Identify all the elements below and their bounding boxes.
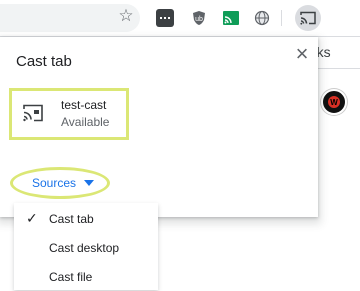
globe-extension-icon[interactable] (253, 9, 271, 27)
menu-item-label: Cast tab (49, 212, 94, 226)
site-logo-icon[interactable]: W (321, 89, 347, 115)
sources-button[interactable]: Sources (18, 172, 102, 194)
dots-extension-icon[interactable] (156, 9, 174, 27)
menu-item-cast-tab[interactable]: ✓ Cast tab (14, 205, 158, 233)
sources-label: Sources (32, 176, 77, 190)
sources-menu: ✓ Cast tab Cast desktop Cast file (14, 203, 158, 290)
svg-text:ub: ub (195, 16, 203, 23)
cast-icon[interactable] (295, 5, 321, 31)
check-icon: ✓ (26, 210, 38, 226)
cast-dialog: Cast tab × test-cast Available Sources (0, 37, 318, 217)
cast-extension-icon[interactable] (222, 9, 240, 27)
menu-item-label: Cast desktop (49, 241, 120, 255)
toolbar-divider (281, 10, 282, 26)
cast-sink-item[interactable]: test-cast Available (9, 88, 129, 140)
bookmark-star-icon[interactable]: ☆ (117, 6, 135, 25)
page-divider (318, 68, 360, 69)
menu-item-label: Cast file (49, 270, 93, 284)
caret-down-icon (84, 180, 95, 186)
browser-toolbar: ☆ ub (0, 0, 360, 36)
dialog-title: Cast tab (16, 53, 72, 70)
close-icon[interactable]: × (292, 43, 312, 65)
sink-status: Available (61, 115, 110, 129)
menu-item-cast-desktop[interactable]: Cast desktop (14, 234, 158, 262)
ublock-icon[interactable]: ub (190, 9, 208, 27)
sink-name: test-cast (61, 98, 107, 112)
svg-text:W: W (330, 98, 338, 107)
menu-item-cast-file[interactable]: Cast file (14, 263, 158, 291)
cast-device-icon (23, 104, 43, 122)
